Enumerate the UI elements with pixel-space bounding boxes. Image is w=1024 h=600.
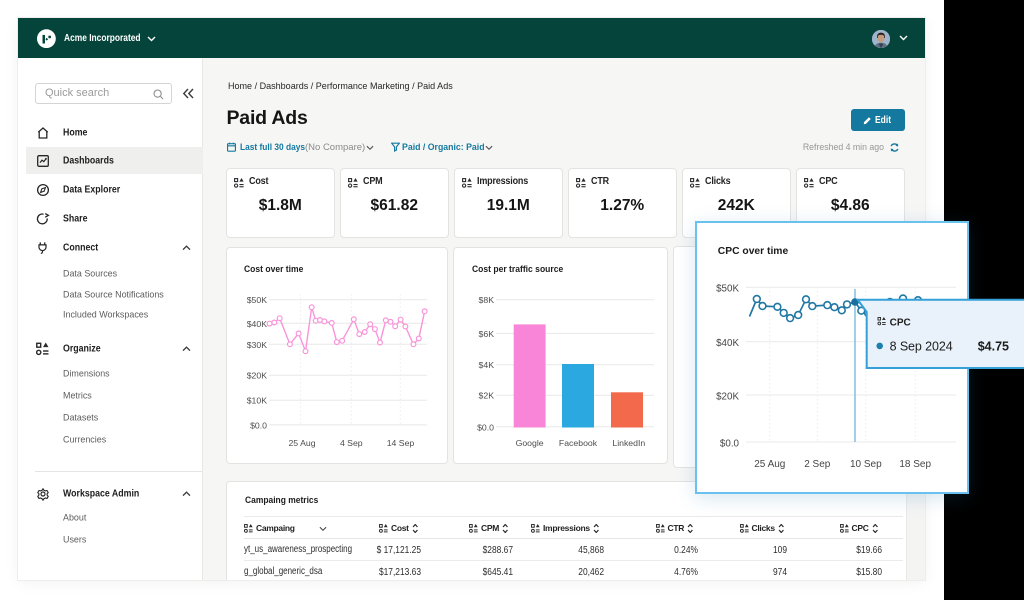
svg-text:18 Sep: 18 Sep [899,459,931,470]
svg-text:4 Sep: 4 Sep [340,438,363,448]
svg-text:$50K: $50K [247,295,267,305]
svg-text:$30K: $30K [247,340,267,350]
svg-text:$10K: $10K [247,396,267,406]
svg-text:$20K: $20K [716,391,739,402]
svg-text:$0.0: $0.0 [720,438,740,449]
svg-text:$2K: $2K [479,391,495,401]
svg-text:2 Sep: 2 Sep [804,459,831,470]
svg-text:Google: Google [516,438,544,448]
svg-text:25 Aug: 25 Aug [288,438,315,448]
svg-text:25 Aug: 25 Aug [754,459,785,470]
svg-text:$20K: $20K [247,371,267,381]
svg-text:$6K: $6K [479,329,495,339]
svg-text:$0.0: $0.0 [477,422,494,432]
svg-text:$0.0: $0.0 [250,420,267,430]
svg-text:$8K: $8K [479,295,495,305]
svg-text:LinkedIn: LinkedIn [612,438,645,448]
svg-text:$40K: $40K [247,319,267,329]
svg-text:10 Sep: 10 Sep [850,459,882,470]
svg-text:Facebook: Facebook [559,438,598,448]
svg-text:CPC: CPC [890,317,911,328]
svg-text:$4.75: $4.75 [978,339,1009,353]
svg-text:$50K: $50K [716,284,739,295]
svg-text:8 Sep 2024: 8 Sep 2024 [890,339,953,353]
svg-text:$40K: $40K [716,338,739,349]
svg-text:14 Sep: 14 Sep [387,438,415,448]
svg-text:$4K: $4K [479,360,495,370]
